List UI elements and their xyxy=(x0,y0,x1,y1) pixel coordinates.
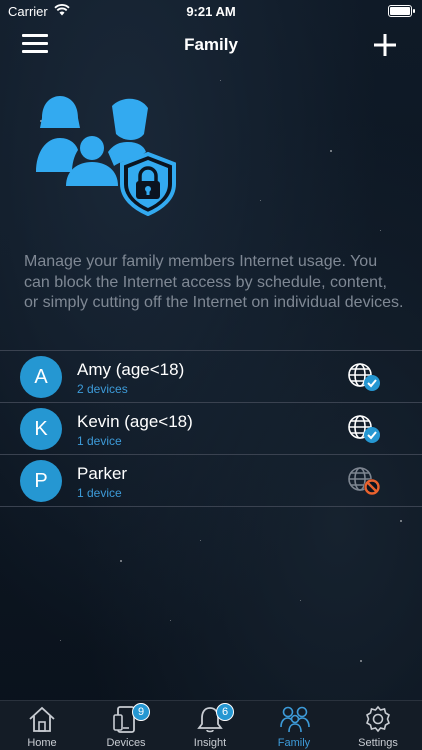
family-member-list: A Amy (age<18) 2 devices K Kevin (age<18… xyxy=(0,350,422,507)
family-description: Manage your family members Internet usag… xyxy=(24,253,404,311)
status-bar: Carrier 9:21 AM xyxy=(0,0,422,24)
add-member-button[interactable] xyxy=(372,32,398,58)
globe-allowed-icon[interactable] xyxy=(346,413,382,445)
avatar: P xyxy=(20,460,62,502)
status-time: 9:21 AM xyxy=(186,4,236,19)
family-member-row-parker[interactable]: P Parker 1 device xyxy=(0,455,422,507)
tab-label: Settings xyxy=(358,737,398,749)
family-icon xyxy=(280,706,310,733)
member-device-count: 2 devices xyxy=(77,382,128,396)
tab-label: Family xyxy=(277,737,311,749)
globe-blocked-icon[interactable] xyxy=(346,465,382,497)
tab-family[interactable]: Family xyxy=(252,701,336,750)
tab-devices[interactable]: 9 Devices xyxy=(84,701,168,750)
avatar: A xyxy=(20,356,62,398)
tab-label: Insight xyxy=(193,737,227,749)
tab-home[interactable]: Home xyxy=(0,701,84,750)
nav-bar: Family xyxy=(0,24,422,64)
family-member-row-kevin[interactable]: K Kevin (age<18) 1 device xyxy=(0,403,422,455)
page-title: Family xyxy=(184,35,238,54)
insight-badge: 6 xyxy=(216,703,234,721)
member-device-count: 1 device xyxy=(77,486,122,500)
tab-label: Devices xyxy=(106,737,146,749)
devices-badge: 9 xyxy=(132,703,150,721)
family-parental-control-icon xyxy=(36,96,176,216)
globe-allowed-icon[interactable] xyxy=(346,361,382,393)
family-member-row-amy[interactable]: A Amy (age<18) 2 devices xyxy=(0,351,422,403)
member-name: Parker xyxy=(77,464,128,483)
tab-bar: Home 9 Devices 6 Insight Family Settings xyxy=(0,700,422,750)
gear-icon xyxy=(366,705,390,733)
tab-insight[interactable]: 6 Insight xyxy=(168,701,252,750)
member-device-count: 1 device xyxy=(77,434,122,448)
avatar: K xyxy=(20,408,62,450)
member-name: Amy (age<18) xyxy=(77,360,185,379)
home-icon xyxy=(29,706,55,732)
tab-label: Home xyxy=(27,737,57,749)
member-name: Kevin (age<18) xyxy=(77,412,193,431)
battery-icon xyxy=(388,5,415,17)
tab-settings[interactable]: Settings xyxy=(336,701,420,750)
